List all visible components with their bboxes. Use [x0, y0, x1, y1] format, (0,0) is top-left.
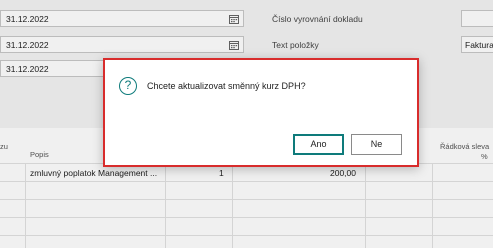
confirm-dialog: ? Chcete aktualizovat směnný kurz DPH? A… [103, 58, 419, 167]
question-icon: ? [119, 77, 137, 95]
yes-button[interactable]: Ano [293, 134, 344, 155]
dialog-message: Chcete aktualizovat směnný kurz DPH? [147, 81, 306, 91]
no-button[interactable]: Ne [351, 134, 402, 155]
